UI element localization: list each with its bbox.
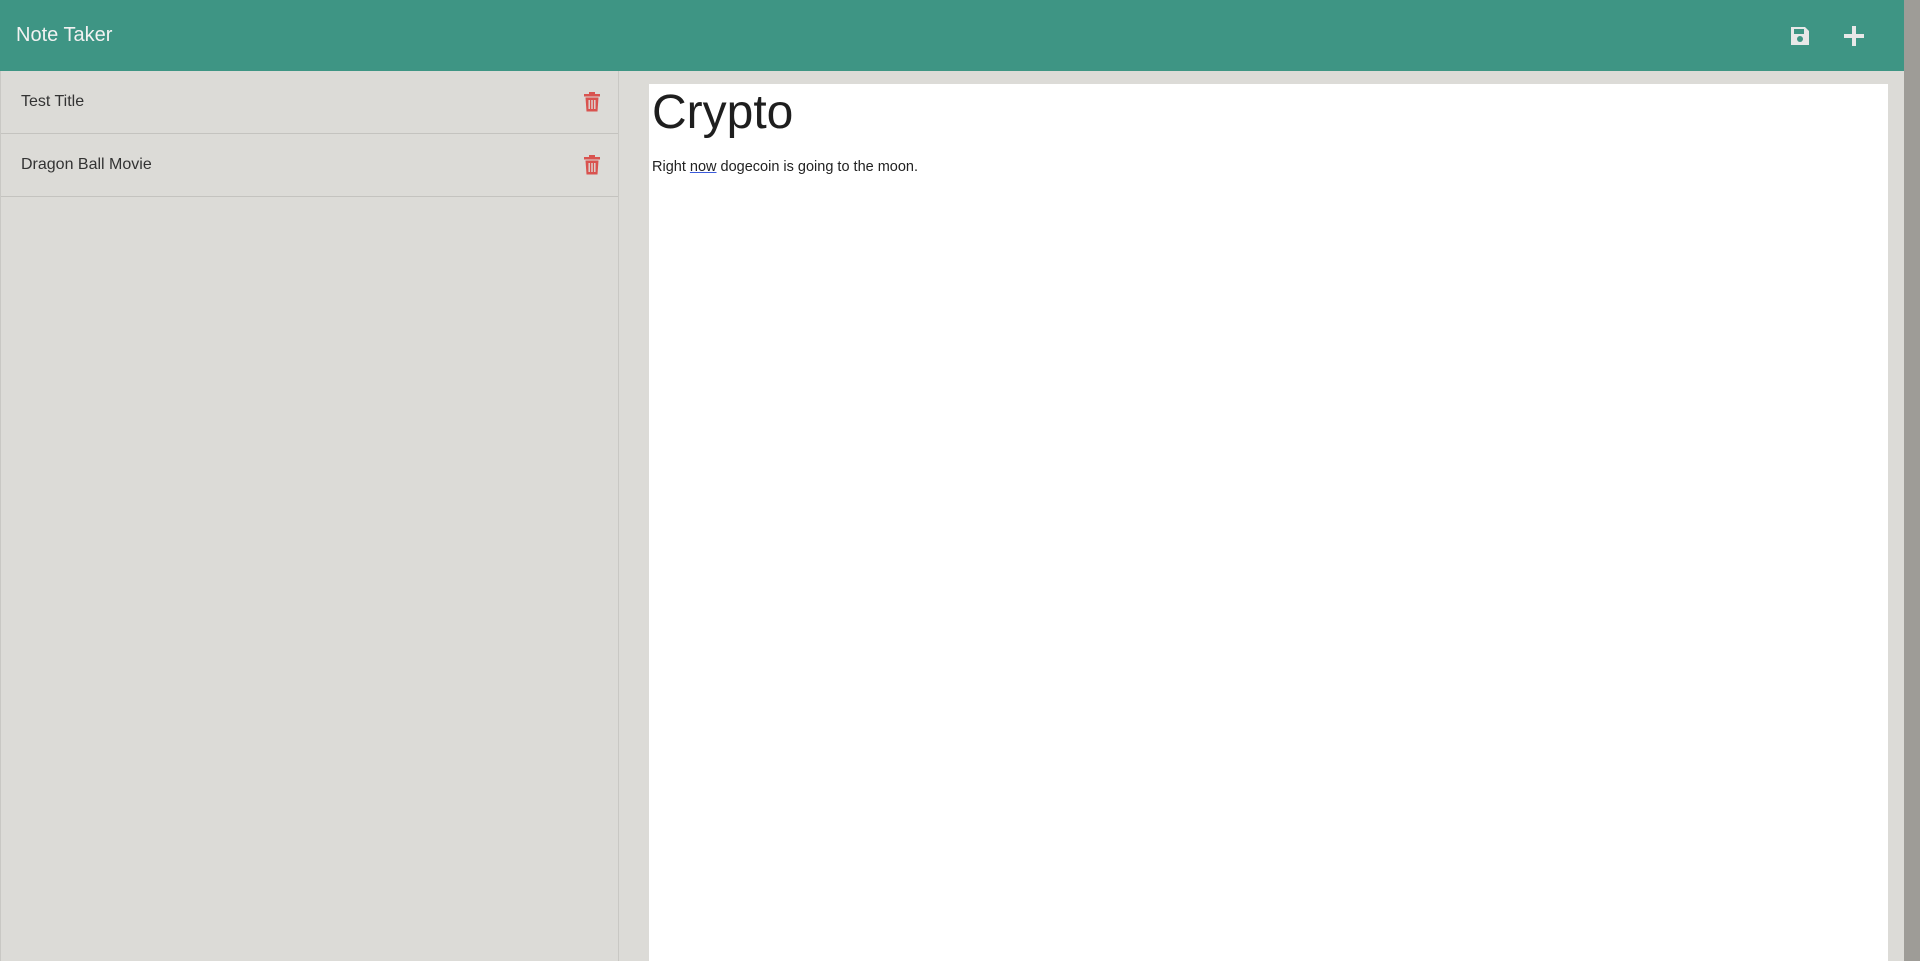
note-item-title[interactable]: Dragon Ball Movie	[21, 156, 152, 174]
trash-icon[interactable]	[583, 92, 601, 112]
note-list: Test Title Dragon Ball Movie	[1, 71, 618, 197]
plus-icon[interactable]	[1842, 24, 1866, 48]
note-text-end: dogecoin is going to the moon.	[716, 158, 919, 175]
note-item-title[interactable]: Test Title	[21, 93, 84, 111]
trash-icon[interactable]	[583, 155, 601, 175]
note-list-item[interactable]: Dragon Ball Movie	[1, 134, 618, 197]
navbar: Note Taker	[0, 0, 1904, 71]
note-textarea[interactable]: Right now dogecoin is going to the moon.	[652, 159, 1885, 175]
note-title-input[interactable]: Crypto	[652, 84, 1885, 142]
note-text-start: Right	[652, 158, 690, 175]
save-icon[interactable]	[1788, 24, 1812, 48]
spellcheck-flagged-word: now	[689, 158, 717, 175]
app-title[interactable]: Note Taker	[16, 24, 112, 47]
note-list-item[interactable]: Test Title	[1, 71, 618, 134]
nav-actions	[1788, 24, 1888, 48]
note-editor: Crypto Right now dogecoin is going to th…	[649, 84, 1888, 961]
scrollbar-thumb[interactable]	[1904, 0, 1920, 961]
page-scrollbar[interactable]	[1904, 0, 1920, 961]
notes-sidebar: Test Title Dragon Ball Movie	[0, 71, 619, 961]
